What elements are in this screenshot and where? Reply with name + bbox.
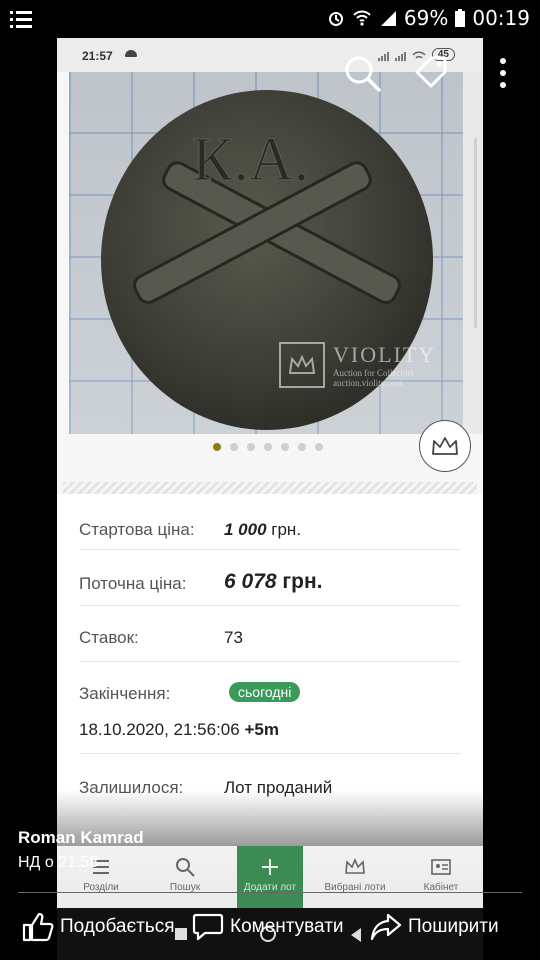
inner-time: 21:57 [82, 49, 113, 63]
cloud-icon [125, 50, 137, 57]
separator [18, 892, 522, 893]
favorite-crown-button[interactable] [419, 420, 471, 472]
signal-icon [380, 11, 396, 26]
lot-photo[interactable]: К.А. VIOLITY Auction for Collectors auct… [69, 72, 463, 434]
scrollbar[interactable] [474, 138, 477, 328]
battery-icon [455, 9, 466, 27]
gallery-dot[interactable] [315, 443, 323, 451]
end-extra: +5m [244, 720, 279, 739]
watermark: VIOLITY Auction for Collectors auction.v… [279, 342, 436, 388]
tag-icon[interactable] [409, 50, 455, 96]
post-author-block: Roman Kamrad НД о 21:58 [18, 828, 144, 872]
gallery-dot[interactable] [264, 443, 272, 451]
like-button[interactable]: Подобається [22, 912, 175, 942]
search-icon[interactable] [339, 50, 385, 96]
search-icon [176, 858, 195, 877]
thumbs-up-icon [22, 912, 54, 942]
bids-value: 73 [224, 628, 243, 647]
watermark-title: VIOLITY [333, 342, 437, 367]
share-icon [370, 913, 402, 941]
gallery-dot[interactable] [247, 443, 255, 451]
current-price-currency: грн. [282, 570, 323, 593]
comment-icon [192, 913, 224, 941]
wifi-icon [353, 10, 371, 26]
crown-icon [432, 437, 458, 455]
post-actions: Подобається Коментувати Поширити [22, 906, 522, 946]
alarm-icon [328, 12, 343, 26]
bids-row: Ставок: 73 [79, 606, 461, 662]
comment-button[interactable]: Коментувати [192, 912, 344, 942]
gallery-dots [213, 443, 323, 451]
plus-icon [262, 859, 278, 875]
photo-edge [463, 72, 483, 434]
crown-watermark-icon [279, 342, 325, 388]
divider [63, 482, 477, 494]
end-label: Закінчення: [79, 684, 171, 703]
author-name[interactable]: Roman Kamrad [18, 828, 144, 848]
list-menu-icon[interactable] [10, 9, 32, 29]
nav-search[interactable]: Пошук [145, 846, 225, 908]
start-price-currency: грн. [271, 520, 302, 539]
current-price-row: Поточна ціна: 6 078 грн. [79, 550, 461, 606]
end-date: 18.10.2020, 21:56:06 [79, 720, 240, 739]
bids-label: Ставок: [79, 628, 139, 647]
nav-favorites[interactable]: Вибрані лоти [315, 846, 395, 908]
gallery-dot[interactable] [230, 443, 238, 451]
start-price-label: Стартова ціна: [79, 520, 195, 539]
gallery-dot[interactable] [281, 443, 289, 451]
gallery-dot[interactable] [298, 443, 306, 451]
post-time: НД о 21:58 [18, 854, 99, 871]
more-options-icon[interactable] [500, 58, 508, 94]
signal-bars-icon-2 [394, 52, 406, 61]
coin-lettering: К.А. [192, 126, 309, 194]
nav-add-lot[interactable]: Додати лот [237, 846, 303, 908]
nav-cabinet[interactable]: Кабінет [401, 846, 481, 908]
watermark-sub1: Auction for Collectors [333, 368, 414, 378]
watermark-sub2: auction.violity.com [333, 378, 403, 388]
start-price-value: 1 000 [224, 520, 267, 539]
comment-label: Коментувати [230, 916, 344, 937]
outer-status-bar: 69% 00:19 [0, 0, 540, 38]
crown-icon [345, 857, 365, 874]
clock-time: 00:19 [472, 6, 530, 30]
end-badge: сьогодні [229, 682, 301, 702]
end-row: Закінчення: сьогодні 18.10.2020, 21:56:0… [79, 662, 461, 754]
start-price-row: Стартова ціна: 1 000 грн. [79, 494, 461, 550]
share-button[interactable]: Поширити [370, 912, 499, 942]
share-label: Поширити [408, 916, 499, 937]
gallery-dot[interactable] [213, 443, 221, 451]
current-price-label: Поточна ціна: [79, 574, 187, 593]
like-label: Подобається [60, 916, 175, 937]
battery-percent: 69% [403, 6, 449, 30]
id-card-icon [431, 859, 451, 875]
current-price-value: 6 078 [224, 570, 277, 593]
